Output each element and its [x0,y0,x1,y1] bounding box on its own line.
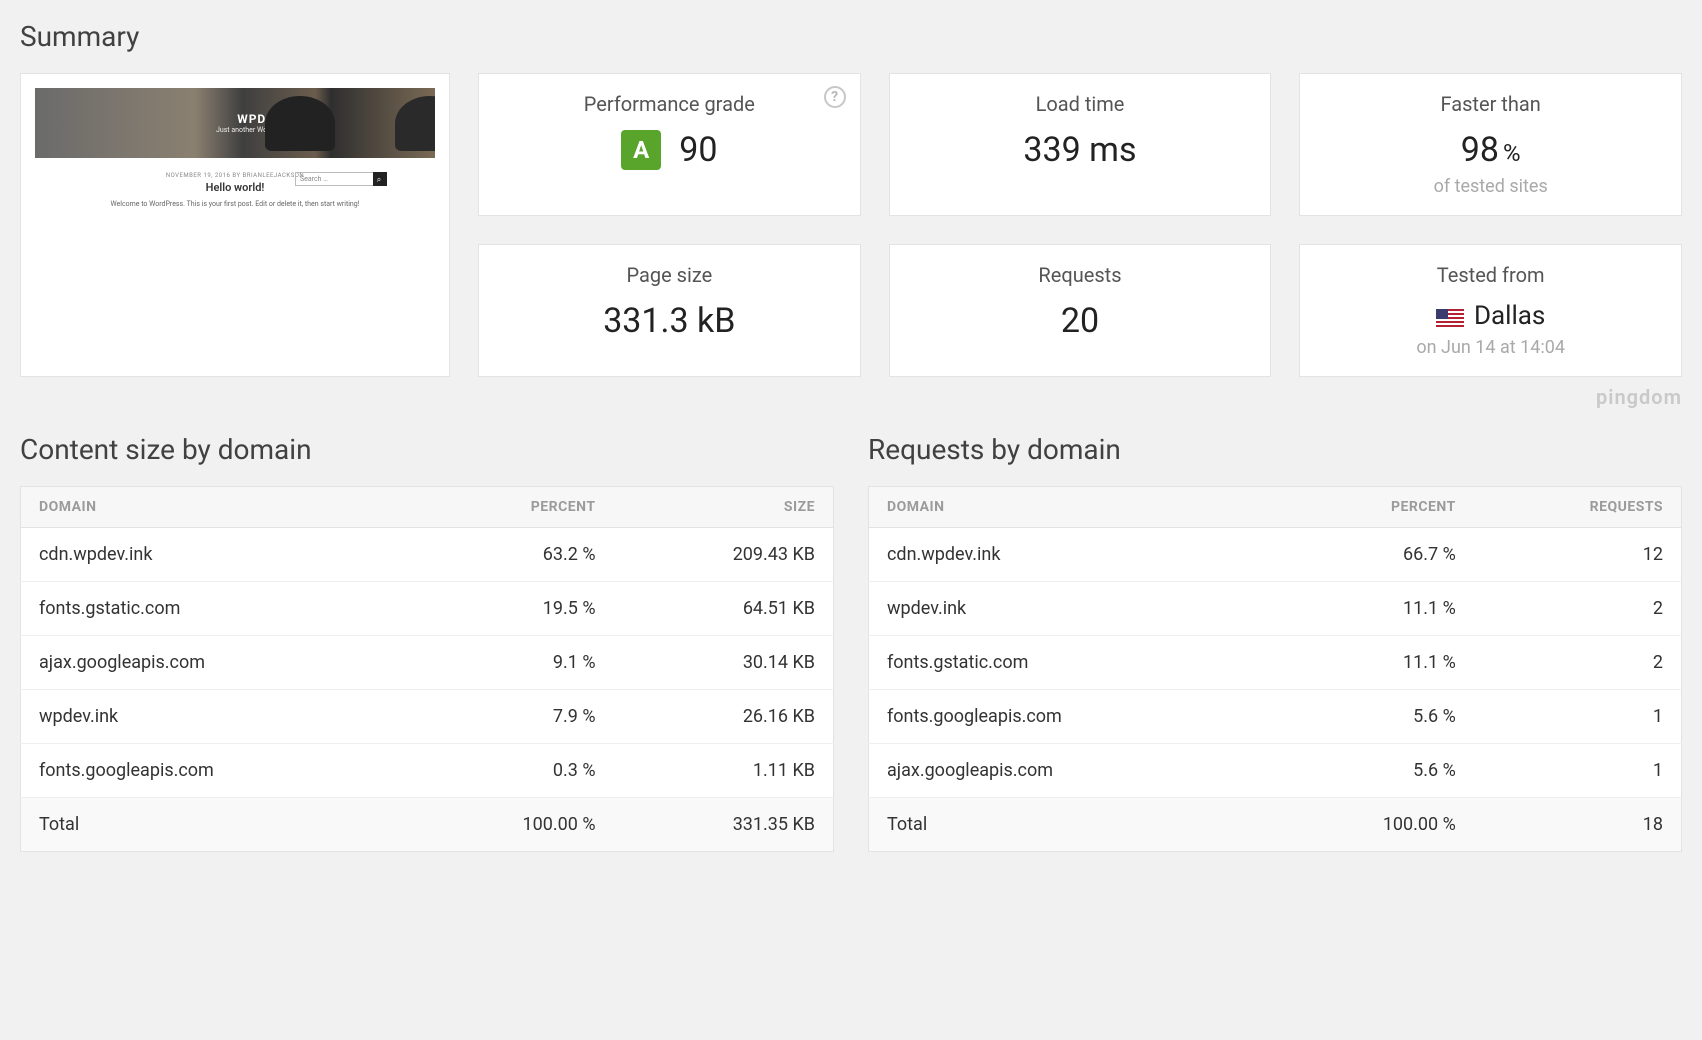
cell-domain: cdn.wpdev.ink [21,528,412,582]
faster-than-value: 98 [1461,130,1499,170]
table-row: wpdev.ink 11.1 % 2 [869,582,1682,636]
site-thumbnail: WPDEV Just another WordPress site NOVEMB… [35,88,435,243]
col-requests: REQUESTS [1474,487,1682,528]
table-row: fonts.googleapis.com 5.6 % 1 [869,690,1682,744]
tested-from-city: Dallas [1474,301,1545,331]
cell-total-label: Total [869,798,1268,852]
table-row: ajax.googleapis.com 5.6 % 1 [869,744,1682,798]
cell-requests: 1 [1474,744,1682,798]
summary-title: Summary [20,20,1682,53]
cell-size: 64.51 KB [614,582,834,636]
cell-total-size: 331.35 KB [614,798,834,852]
cell-domain: cdn.wpdev.ink [869,528,1268,582]
cell-requests: 1 [1474,690,1682,744]
page-size-label: Page size [491,263,848,287]
table-row: ajax.googleapis.com 9.1 % 30.14 KB [21,636,834,690]
cell-total-label: Total [21,798,412,852]
cell-total-percent: 100.00 % [412,798,614,852]
content-size-table: DOMAIN PERCENT SIZE cdn.wpdev.ink 63.2 %… [20,486,834,852]
table-row: fonts.gstatic.com 19.5 % 64.51 KB [21,582,834,636]
col-domain: DOMAIN [869,487,1268,528]
cell-percent: 5.6 % [1268,690,1474,744]
cell-percent: 11.1 % [1268,582,1474,636]
cell-percent: 63.2 % [412,528,614,582]
cell-percent: 7.9 % [412,690,614,744]
tested-from-sub: on Jun 14 at 14:04 [1312,337,1669,358]
grade-score: 90 [679,130,717,170]
table-row: fonts.gstatic.com 11.1 % 2 [869,636,1682,690]
content-size-section: Content size by domain DOMAIN PERCENT SI… [20,433,834,852]
cell-total-percent: 100.00 % [1268,798,1474,852]
page-size-value: 331.3 kB [603,301,735,341]
grade-badge: A [621,130,661,170]
col-domain: DOMAIN [21,487,412,528]
cell-domain: ajax.googleapis.com [21,636,412,690]
cell-requests: 2 [1474,636,1682,690]
faster-than-sub: of tested sites [1312,176,1669,197]
tested-from-label: Tested from [1312,263,1669,287]
page-size-card: Page size 331.3 kB [478,244,861,377]
table-total-row: Total 100.00 % 18 [869,798,1682,852]
thumbnail-search-box: Search … ⌕ [295,172,387,186]
table-row: cdn.wpdev.ink 63.2 % 209.43 KB [21,528,834,582]
requests-table: DOMAIN PERCENT REQUESTS cdn.wpdev.ink 66… [868,486,1682,852]
requests-card: Requests 20 [889,244,1272,377]
cell-domain: fonts.gstatic.com [869,636,1268,690]
cell-percent: 9.1 % [412,636,614,690]
cell-domain: fonts.googleapis.com [21,744,412,798]
thumbnail-tagline: Just another WordPress site [85,126,435,134]
cell-percent: 0.3 % [412,744,614,798]
cell-size: 209.43 KB [614,528,834,582]
cell-size: 30.14 KB [614,636,834,690]
cell-size: 1.11 KB [614,744,834,798]
domain-tables: Content size by domain DOMAIN PERCENT SI… [20,433,1682,852]
thumbnail-site-title: WPDEV [85,112,435,126]
col-percent: PERCENT [412,487,614,528]
performance-grade-label: Performance grade [491,92,848,116]
content-size-title: Content size by domain [20,433,834,466]
col-size: SIZE [614,487,834,528]
load-time-label: Load time [902,92,1259,116]
cell-domain: wpdev.ink [869,582,1268,636]
load-time-value: 339 ms [1023,130,1136,170]
col-percent: PERCENT [1268,487,1474,528]
search-icon: ⌕ [374,175,384,185]
faster-than-unit: % [1503,139,1521,167]
table-row: wpdev.ink 7.9 % 26.16 KB [21,690,834,744]
load-time-card: Load time 339 ms [889,73,1272,216]
cell-requests: 12 [1474,528,1682,582]
table-row: cdn.wpdev.ink 66.7 % 12 [869,528,1682,582]
cell-domain: fonts.googleapis.com [869,690,1268,744]
tested-from-card: Tested from Dallas on Jun 14 at 14:04 [1299,244,1682,377]
thumbnail-search-placeholder: Search … [300,175,328,183]
requests-section: Requests by domain DOMAIN PERCENT REQUES… [868,433,1682,852]
table-total-row: Total 100.00 % 331.35 KB [21,798,834,852]
cell-requests: 2 [1474,582,1682,636]
thumbnail-hero: WPDEV Just another WordPress site [35,88,435,158]
cell-size: 26.16 KB [614,690,834,744]
cell-percent: 19.5 % [412,582,614,636]
faster-than-card: Faster than 98% of tested sites [1299,73,1682,216]
thumbnail-post-excerpt: Welcome to WordPress. This is your first… [85,200,385,208]
cell-percent: 5.6 % [1268,744,1474,798]
cell-total-requests: 18 [1474,798,1682,852]
cell-percent: 66.7 % [1268,528,1474,582]
us-flag-icon [1436,309,1464,327]
site-thumbnail-card: WPDEV Just another WordPress site NOVEMB… [20,73,450,377]
cell-percent: 11.1 % [1268,636,1474,690]
cell-domain: wpdev.ink [21,690,412,744]
help-icon[interactable]: ? [824,86,846,108]
requests-label: Requests [902,263,1259,287]
requests-title: Requests by domain [868,433,1682,466]
requests-value: 20 [1061,301,1099,341]
performance-grade-card: ? Performance grade A 90 [478,73,861,216]
faster-than-label: Faster than [1312,92,1669,116]
cell-domain: fonts.gstatic.com [21,582,412,636]
table-row: fonts.googleapis.com 0.3 % 1.11 KB [21,744,834,798]
cell-domain: ajax.googleapis.com [869,744,1268,798]
summary-grid: WPDEV Just another WordPress site NOVEMB… [20,73,1682,377]
pingdom-brand: pingdom [20,385,1682,409]
